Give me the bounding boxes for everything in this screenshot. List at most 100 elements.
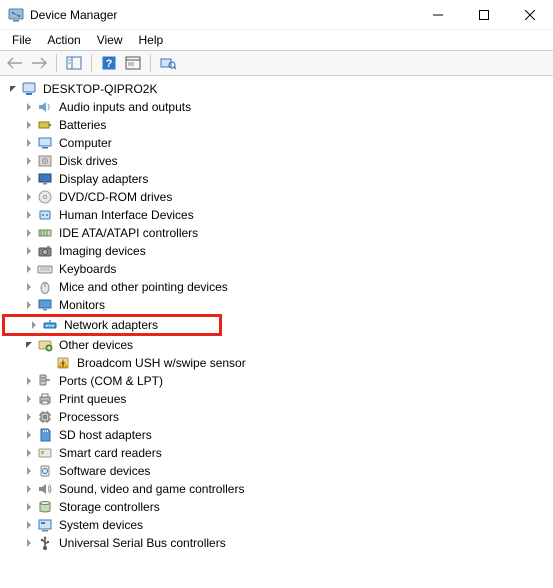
smartcard-icon	[37, 445, 53, 461]
tree-node[interactable]: Disk drives	[0, 152, 553, 170]
tree-node[interactable]: SD host adapters	[0, 426, 553, 444]
tree-node[interactable]: DVD/CD-ROM drives	[0, 188, 553, 206]
tree-node[interactable]: Computer	[0, 134, 553, 152]
back-button[interactable]	[4, 52, 26, 74]
expand-arrow[interactable]	[22, 154, 36, 168]
close-button[interactable]	[507, 0, 553, 30]
expand-arrow[interactable]	[22, 172, 36, 186]
expand-arrow[interactable]	[22, 244, 36, 258]
tree-node[interactable]: Imaging devices	[0, 242, 553, 260]
tree-node[interactable]: Monitors	[0, 296, 553, 314]
expand-arrow[interactable]	[22, 500, 36, 514]
tree-node-label: Network adapters	[62, 316, 160, 334]
tree-node-label: Audio inputs and outputs	[57, 98, 193, 116]
tree-root[interactable]: DESKTOP-QIPRO2K	[0, 80, 553, 98]
expand-arrow[interactable]	[22, 374, 36, 388]
tree-node-label: SD host adapters	[57, 426, 154, 444]
tree-node[interactable]: Print queues	[0, 390, 553, 408]
expand-arrow[interactable]	[22, 298, 36, 312]
expand-arrow[interactable]	[22, 410, 36, 424]
dvd-icon	[37, 189, 53, 205]
system-icon	[37, 517, 53, 533]
network-icon	[42, 317, 58, 333]
expand-arrow[interactable]	[22, 208, 36, 222]
tree-node[interactable]: Keyboards	[0, 260, 553, 278]
expand-arrow[interactable]	[22, 190, 36, 204]
menu-file[interactable]: File	[4, 31, 39, 49]
software-icon	[37, 463, 53, 479]
tree-node[interactable]: Processors	[0, 408, 553, 426]
expand-arrow[interactable]	[27, 318, 41, 332]
tree-node[interactable]: System devices	[0, 516, 553, 534]
menu-help[interactable]: Help	[131, 31, 172, 49]
tree-node-label: Batteries	[57, 116, 108, 134]
expand-arrow[interactable]	[22, 136, 36, 150]
forward-button[interactable]	[28, 52, 50, 74]
tree-node-label: Processors	[57, 408, 121, 426]
tree-node[interactable]: Smart card readers	[0, 444, 553, 462]
expand-arrow[interactable]	[22, 262, 36, 276]
app-icon	[8, 7, 24, 23]
help-button[interactable]: ?	[98, 52, 120, 74]
tree-node[interactable]: Mice and other pointing devices	[0, 278, 553, 296]
expand-arrow[interactable]	[22, 482, 36, 496]
minimize-button[interactable]	[415, 0, 461, 30]
display-icon	[37, 171, 53, 187]
tree-node-label: Smart card readers	[57, 444, 164, 462]
tree-node-label: Sound, video and game controllers	[57, 480, 246, 498]
tree-node[interactable]: Audio inputs and outputs	[0, 98, 553, 116]
tree-node[interactable]: Human Interface Devices	[0, 206, 553, 224]
tree-node-label: Computer	[57, 134, 114, 152]
window-controls	[415, 0, 553, 29]
usb-icon	[37, 535, 53, 551]
tree-node[interactable]: Network adapters	[5, 317, 219, 333]
expand-arrow[interactable]	[22, 118, 36, 132]
expand-arrow[interactable]	[22, 338, 36, 352]
device-tree[interactable]: DESKTOP-QIPRO2K Audio inputs and outputs…	[0, 76, 553, 556]
other-icon	[37, 337, 53, 353]
toolbar: ?	[0, 50, 553, 76]
maximize-button[interactable]	[461, 0, 507, 30]
menu-view[interactable]: View	[89, 31, 131, 49]
tree-node[interactable]: Display adapters	[0, 170, 553, 188]
tree-node[interactable]: Batteries	[0, 116, 553, 134]
tree-node[interactable]: Universal Serial Bus controllers	[0, 534, 553, 552]
tree-root-label: DESKTOP-QIPRO2K	[41, 80, 159, 98]
tree-node[interactable]: Ports (COM & LPT)	[0, 372, 553, 390]
expand-arrow[interactable]	[22, 518, 36, 532]
sd-icon	[37, 427, 53, 443]
expand-arrow[interactable]	[22, 100, 36, 114]
expand-arrow[interactable]	[6, 82, 20, 96]
tree-child-label: Broadcom USH w/swipe sensor	[75, 354, 248, 372]
computer-icon	[37, 135, 53, 151]
menubar: File Action View Help	[0, 30, 553, 50]
tree-node[interactable]: Sound, video and game controllers	[0, 480, 553, 498]
warn-icon	[55, 355, 71, 371]
expand-arrow[interactable]	[22, 226, 36, 240]
menu-action[interactable]: Action	[39, 31, 88, 49]
toolbar-separator	[91, 54, 92, 72]
show-hide-tree-button[interactable]	[63, 52, 85, 74]
tree-child-node[interactable]: Broadcom USH w/swipe sensor	[0, 354, 553, 372]
tree-node[interactable]: Storage controllers	[0, 498, 553, 516]
expand-arrow[interactable]	[22, 428, 36, 442]
cpu-icon	[37, 409, 53, 425]
tree-node-label: DVD/CD-ROM drives	[57, 188, 174, 206]
battery-icon	[37, 117, 53, 133]
expand-arrow[interactable]	[22, 536, 36, 550]
properties-button[interactable]	[122, 52, 144, 74]
expand-arrow[interactable]	[22, 280, 36, 294]
tree-node-label: Storage controllers	[57, 498, 162, 516]
highlight-network-adapters: Network adapters	[2, 314, 222, 336]
tree-node[interactable]: Other devices	[0, 336, 553, 354]
expand-arrow[interactable]	[22, 464, 36, 478]
scan-hardware-button[interactable]	[157, 52, 179, 74]
expand-arrow[interactable]	[22, 392, 36, 406]
mouse-icon	[37, 279, 53, 295]
tree-node-label: Disk drives	[57, 152, 120, 170]
window-title: Device Manager	[30, 8, 117, 22]
expand-arrow[interactable]	[22, 446, 36, 460]
tree-node[interactable]: IDE ATA/ATAPI controllers	[0, 224, 553, 242]
tree-node[interactable]: Software devices	[0, 462, 553, 480]
tree-node-label: Print queues	[57, 390, 128, 408]
